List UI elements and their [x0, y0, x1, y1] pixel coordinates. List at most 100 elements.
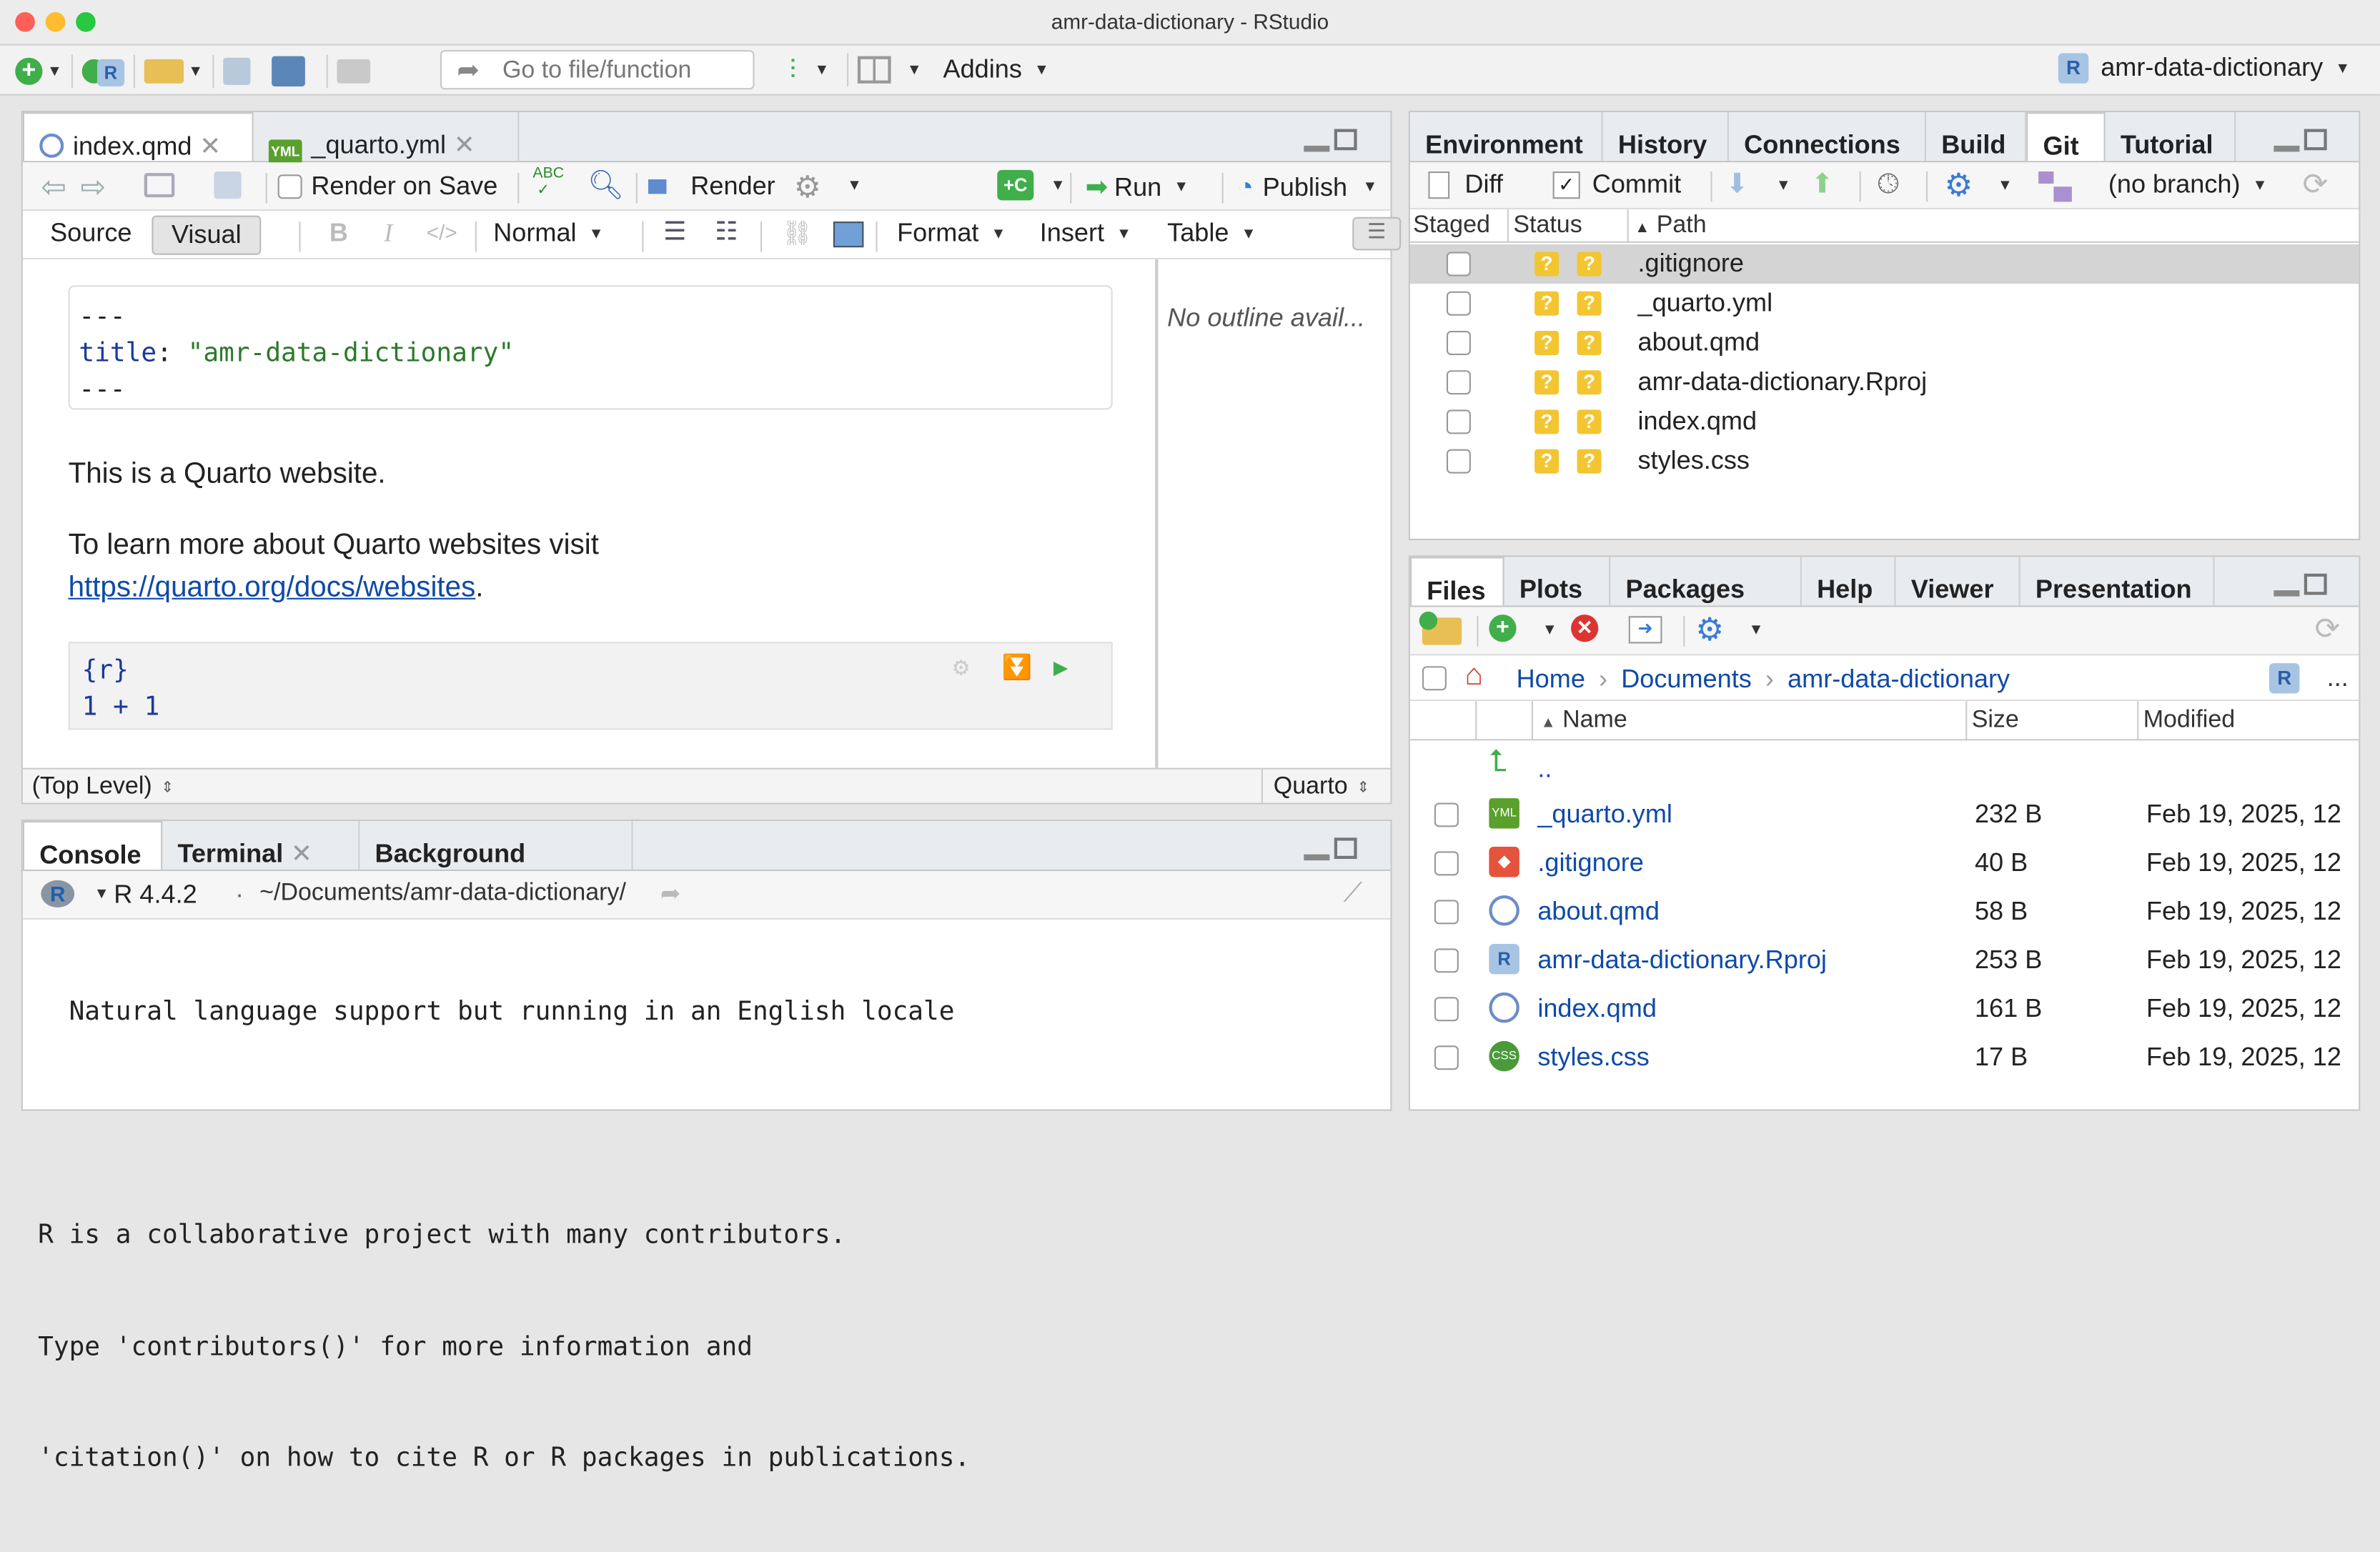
clear-console-broom-icon[interactable]: ⟋	[1343, 877, 1362, 910]
numbered-list-icon[interactable]: ☷	[715, 217, 738, 247]
refresh-files-icon[interactable]: ⟳	[2315, 610, 2341, 648]
file-name-link[interactable]: .gitignore	[1537, 848, 1644, 878]
tab-connections[interactable]: Connections	[1729, 112, 1927, 161]
pane-minmax-icon[interactable]	[2272, 573, 2327, 598]
back-arrow-icon[interactable]: ⇦	[41, 169, 66, 207]
staged-checkbox[interactable]	[1446, 409, 1471, 434]
link-icon[interactable]: ⛓	[782, 219, 813, 249]
italic-icon[interactable]: I	[384, 219, 392, 249]
file-row[interactable]: index.qmd 161 B Feb 19, 2025, 12	[1410, 985, 2359, 1033]
rename-file-icon[interactable]: ➜	[1628, 616, 1662, 644]
tab-plots[interactable]: Plots	[1504, 557, 1611, 606]
file-row[interactable]: ◆ .gitignore 40 B Feb 19, 2025, 12	[1410, 839, 2359, 887]
git-settings-gear-icon[interactable]: ⚙	[1944, 167, 1973, 205]
close-tab-icon[interactable]: ✕	[454, 131, 475, 159]
format-menu[interactable]: Format ▼	[897, 219, 1006, 249]
tab-viewer[interactable]: Viewer	[1896, 557, 2020, 606]
tab-build[interactable]: Build	[1926, 112, 2027, 161]
render-options-gear-icon[interactable]: ⚙	[794, 169, 821, 207]
git-file-row[interactable]: ?? _quarto.yml	[1410, 284, 2359, 323]
project-menu[interactable]: amr-data-dictionary	[2101, 53, 2323, 83]
close-tab-icon[interactable]: ✕	[199, 132, 221, 161]
close-tab-icon[interactable]: ✕	[291, 839, 312, 867]
file-row[interactable]: about.qmd 58 B Feb 19, 2025, 12	[1410, 887, 2359, 936]
new-blank-file-icon[interactable]: +	[1489, 615, 1517, 642]
staged-column-header[interactable]: Staged	[1413, 212, 1490, 239]
git-file-row[interactable]: ?? styles.css	[1410, 442, 2359, 481]
pull-arrow-icon[interactable]: ⬇	[1726, 169, 1749, 201]
working-directory-path[interactable]: ~/Documents/amr-data-dictionary/	[259, 880, 626, 907]
render-button[interactable]: Render	[648, 171, 775, 202]
new-project-icon[interactable]: R	[81, 56, 124, 87]
run-button[interactable]: ➡ Run ▼	[1085, 171, 1189, 204]
source-mode-button[interactable]: Source	[50, 219, 132, 249]
file-row[interactable]: CSS styles.css 17 B Feb 19, 2025, 12	[1410, 1033, 2359, 1082]
size-column-header[interactable]: Size	[1972, 707, 2019, 735]
file-select-checkbox[interactable]	[1434, 997, 1459, 1022]
tab-terminal[interactable]: Terminal ✕	[162, 820, 360, 870]
tab-background-jobs[interactable]: Background Jobs✕	[360, 820, 633, 898]
tab-index-qmd[interactable]: index.qmd ✕	[22, 112, 254, 161]
parent-directory-row[interactable]: ⮤ ..	[1410, 742, 2359, 790]
tab-help[interactable]: Help	[1802, 557, 1896, 606]
pane-layout-icon[interactable]	[858, 56, 892, 84]
file-select-checkbox[interactable]	[1434, 1045, 1459, 1070]
tab-packages[interactable]: Packages	[1610, 557, 1802, 606]
r-version-dropdown-icon[interactable]: ▼	[94, 886, 109, 902]
breadcrumb-home[interactable]: Home	[1517, 665, 1585, 695]
staged-checkbox[interactable]	[1446, 449, 1471, 474]
save-icon[interactable]	[214, 171, 242, 199]
code-chunk[interactable]: {r} 1 + 1 ⚙ ⏬ ▶	[68, 642, 1113, 730]
bold-icon[interactable]: B	[329, 219, 348, 249]
file-name-link[interactable]: amr-data-dictionary.Rproj	[1537, 945, 1827, 975]
quarto-websites-link[interactable]: https://quarto.org/docs/websites	[69, 572, 476, 605]
insert-menu[interactable]: Insert ▼	[1040, 219, 1131, 249]
outline-toggle-icon[interactable]: ☰	[1352, 217, 1402, 251]
visual-mode-button[interactable]: Visual	[152, 215, 262, 255]
addins-menu[interactable]: Addins	[943, 54, 1021, 84]
pane-minmax-icon[interactable]	[1302, 837, 1357, 862]
file-row[interactable]: YML _quarto.yml 232 B Feb 19, 2025, 12	[1410, 790, 2359, 839]
file-select-checkbox[interactable]	[1434, 802, 1459, 827]
git-file-row[interactable]: ?? .gitignore	[1409, 244, 2359, 284]
run-chunk-icon[interactable]: ▶	[1053, 650, 1068, 686]
bullet-list-icon[interactable]: ☰	[663, 217, 686, 247]
delete-file-icon[interactable]: ✕	[1571, 615, 1599, 642]
image-icon[interactable]	[833, 222, 864, 248]
file-name-link[interactable]: about.qmd	[1537, 897, 1660, 927]
tab-presentation[interactable]: Presentation	[2020, 557, 2215, 606]
new-folder-icon[interactable]	[1419, 611, 1462, 645]
paragraph-style-select[interactable]: Normal ▼	[493, 219, 603, 249]
file-name-link[interactable]: _quarto.yml	[1537, 800, 1672, 830]
staged-checkbox[interactable]	[1446, 370, 1471, 395]
print-icon[interactable]	[337, 59, 370, 84]
push-arrow-icon[interactable]: ⬆	[1811, 169, 1834, 201]
file-row[interactable]: Ramr-data-dictionary.Rproj 253 B Feb 19, 2…	[1410, 936, 2359, 985]
scope-selector[interactable]: (Top Level) ⇕	[32, 774, 174, 801]
file-select-checkbox[interactable]	[1434, 900, 1459, 925]
run-previous-chunks-icon[interactable]: ⏬	[1002, 650, 1032, 686]
select-all-checkbox[interactable]	[1422, 666, 1447, 691]
more-options-button[interactable]: ...	[2327, 663, 2349, 693]
new-file-icon[interactable]: +	[15, 57, 43, 85]
refresh-icon[interactable]: ⟳	[2303, 165, 2329, 203]
parent-directory-link[interactable]: ..	[1537, 754, 1552, 784]
render-on-save-checkbox[interactable]: Render on Save	[277, 171, 497, 202]
go-to-directory-icon[interactable]: ➦	[660, 879, 680, 909]
tab-git[interactable]: Git	[2026, 112, 2106, 161]
forward-arrow-icon[interactable]: ⇨	[81, 169, 106, 207]
file-select-checkbox[interactable]	[1434, 851, 1459, 876]
tab-quarto-yml[interactable]: YML _quarto.yml ✕	[253, 112, 520, 164]
file-name-link[interactable]: index.qmd	[1537, 994, 1657, 1024]
show-in-window-icon[interactable]	[144, 173, 175, 198]
spellcheck-icon[interactable]: ABC ✓	[532, 165, 564, 199]
staged-checkbox[interactable]	[1446, 330, 1471, 355]
tab-tutorial[interactable]: Tutorial	[2106, 112, 2236, 161]
staged-checkbox[interactable]	[1446, 252, 1471, 277]
path-column-header[interactable]: ▲ Path	[1635, 212, 1706, 239]
save-all-icon[interactable]	[271, 56, 305, 87]
yaml-front-matter[interactable]: --- title: "amr-data-dictionary" ---	[68, 285, 1113, 410]
git-file-row[interactable]: ?? amr-data-dictionary.Rproj	[1410, 363, 2359, 402]
branch-select[interactable]: (no branch) ▼	[2108, 170, 2268, 200]
diff-button[interactable]: Diff	[1428, 170, 1503, 200]
